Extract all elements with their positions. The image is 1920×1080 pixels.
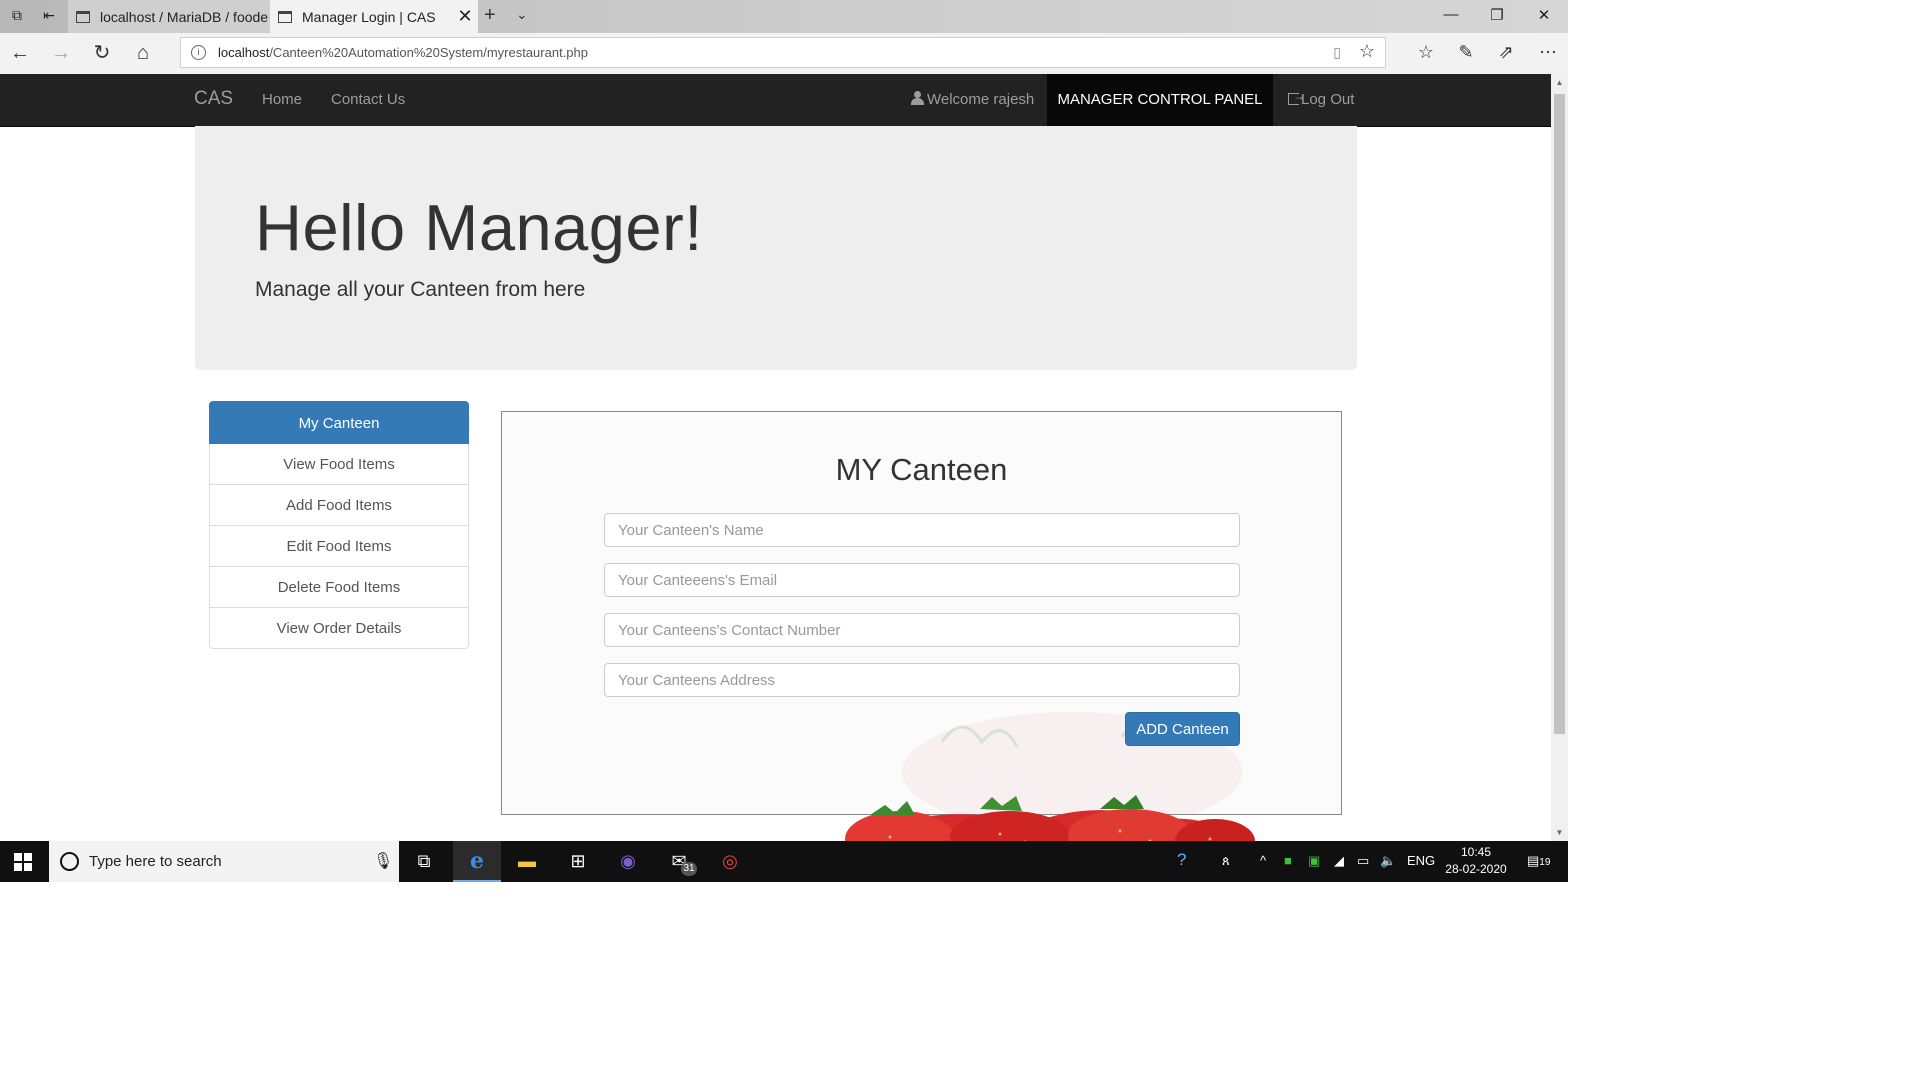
welcome-label: Welcome rajesh [927, 91, 1035, 108]
new-tab-icon[interactable]: + [484, 4, 496, 27]
browser-tab-phpmyadmin[interactable]: localhost / MariaDB / foode [68, 0, 271, 33]
wifi-icon[interactable]: ◢ [1334, 853, 1344, 869]
people-icon[interactable]: ጰ [1222, 853, 1230, 869]
reading-view-icon[interactable]: ▯ [1333, 44, 1341, 61]
mail-badge: 31 [681, 862, 697, 876]
sidebar-item-view-order-details[interactable]: View Order Details [209, 608, 469, 649]
nav-contact-link[interactable]: Contact Us [331, 91, 405, 108]
top-navbar: CAS Home Contact Us Welcome rajesh MANAG… [0, 74, 1551, 127]
language-indicator[interactable]: ENG [1407, 853, 1435, 868]
jumbotron: Hello Manager! Manage all your Canteen f… [195, 126, 1357, 370]
notifications-icon[interactable]: ▤19 [1527, 853, 1550, 869]
task-view-icon[interactable]: ⧉ [400, 841, 448, 882]
taskbar-search-box[interactable]: Type here to search 🎙 [49, 841, 399, 882]
scroll-up-icon[interactable]: ▲ [1551, 74, 1568, 91]
logout-label: Log Out [1301, 91, 1355, 108]
chrome-icon[interactable]: ◎ [706, 841, 754, 882]
more-icon[interactable]: ⋯ [1536, 42, 1560, 63]
logout-icon [1288, 89, 1305, 105]
user-icon [911, 91, 924, 105]
scroll-thumb[interactable] [1554, 94, 1565, 734]
windows-taskbar: Type here to search 🎙 ⧉ e ▬ ⊞ ◉ ✉ 31 ◎ ? … [0, 841, 1568, 882]
file-explorer-icon[interactable]: ▬ [503, 841, 551, 882]
sidebar-item-edit-food-items[interactable]: Edit Food Items [209, 526, 469, 567]
chevron-down-icon[interactable]: ⌄ [516, 6, 528, 23]
share-icon[interactable]: ⇗ [1494, 42, 1518, 63]
tab-label: Manager Login | CAS [302, 8, 436, 25]
minimize-icon[interactable]: — [1441, 6, 1461, 23]
page-subtitle: Manage all your Canteen from here [255, 278, 586, 301]
strawberries-image [845, 795, 1255, 841]
store-icon[interactable]: ⊞ [554, 841, 602, 882]
nav-home-link[interactable]: Home [262, 91, 302, 108]
page-scrollbar[interactable]: ▲ ▼ [1551, 74, 1568, 841]
star-icon[interactable]: ☆ [1359, 41, 1375, 62]
canteen-name-input[interactable] [604, 513, 1240, 547]
taskbar-clock[interactable]: 10:45 28-02-2020 [1440, 844, 1512, 878]
browser-address-bar: ← → ↻ ⌂ i localhost/Canteen%20Automation… [0, 33, 1568, 75]
browser-tab-bar: ⧉ ⇤ localhost / MariaDB / foode Manager … [0, 0, 1568, 33]
clock-date: 28-02-2020 [1445, 862, 1507, 876]
microphone-icon[interactable]: 🎙 [373, 851, 393, 871]
page-icon [76, 10, 90, 23]
sidebar-item-view-food-items[interactable]: View Food Items [209, 444, 469, 485]
add-canteen-button[interactable]: ADD Canteen [1125, 712, 1240, 746]
welcome-user-link[interactable]: Welcome rajesh [911, 91, 1034, 108]
whatsapp-icon[interactable]: ◉ [604, 841, 652, 882]
tab-actions-icon[interactable]: ⧉ [8, 7, 26, 25]
sidebar-menu: My Canteen View Food Items Add Food Item… [209, 401, 469, 649]
page-viewport: CAS Home Contact Us Welcome rajesh MANAG… [0, 74, 1551, 841]
close-window-icon[interactable]: ✕ [1534, 6, 1554, 24]
logout-link[interactable]: Log Out [1288, 89, 1355, 108]
taskbar-search-placeholder: Type here to search [89, 853, 222, 870]
scroll-down-icon[interactable]: ▼ [1551, 824, 1568, 841]
manager-control-panel-link[interactable]: MANAGER CONTROL PANEL [1047, 74, 1273, 126]
notification-count: 19 [1539, 857, 1551, 868]
clock-time: 10:45 [1460, 845, 1492, 859]
sidebar-item-add-food-items[interactable]: Add Food Items [209, 485, 469, 526]
page-icon [278, 10, 292, 23]
info-icon[interactable]: i [191, 45, 206, 60]
url-text: localhost/Canteen%20Automation%20System/… [218, 45, 588, 60]
home-icon[interactable]: ⌂ [132, 42, 154, 64]
mail-icon[interactable]: ✉ 31 [655, 841, 703, 882]
canteen-contact-input[interactable] [604, 613, 1240, 647]
back-icon[interactable]: ← [9, 42, 31, 64]
app-tray-icon[interactable]: ▣ [1308, 853, 1320, 869]
set-tabs-aside-icon[interactable]: ⇤ [40, 7, 58, 25]
cortana-icon [60, 852, 79, 871]
refresh-icon[interactable]: ↻ [91, 42, 113, 64]
canteen-email-input[interactable] [604, 563, 1240, 597]
volume-icon[interactable]: 🔈 [1380, 853, 1396, 869]
form-title: MY Canteen [835, 452, 1008, 487]
security-icon[interactable]: ■ [1284, 853, 1292, 868]
help-icon[interactable]: ? [1177, 850, 1186, 870]
favorites-icon[interactable]: ☆ [1414, 42, 1438, 63]
url-input[interactable]: i localhost/Canteen%20Automation%20Syste… [180, 37, 1386, 68]
sidebar-item-my-canteen[interactable]: My Canteen [209, 401, 469, 444]
tab-label: localhost / MariaDB / foode [100, 8, 269, 25]
restore-icon[interactable]: ❐ [1487, 6, 1507, 24]
pen-icon[interactable]: ✎ [1454, 42, 1478, 63]
forward-icon[interactable]: → [50, 42, 72, 64]
windows-start-icon[interactable] [14, 853, 32, 871]
browser-tab-manager-login[interactable]: Manager Login | CAS ✕ [270, 0, 478, 33]
page-title: Hello Manager! [255, 191, 703, 264]
my-canteen-form-panel: MY Canteen ADD Canteen [501, 411, 1342, 815]
show-hidden-icons-icon[interactable]: ^ [1260, 853, 1266, 868]
canteen-address-input[interactable] [604, 663, 1240, 697]
sidebar-item-delete-food-items[interactable]: Delete Food Items [209, 567, 469, 608]
edge-browser-icon[interactable]: e [453, 841, 501, 882]
battery-icon[interactable]: ▭ [1357, 853, 1369, 869]
close-tab-icon[interactable]: ✕ [452, 6, 478, 27]
brand-link[interactable]: CAS [194, 88, 233, 110]
